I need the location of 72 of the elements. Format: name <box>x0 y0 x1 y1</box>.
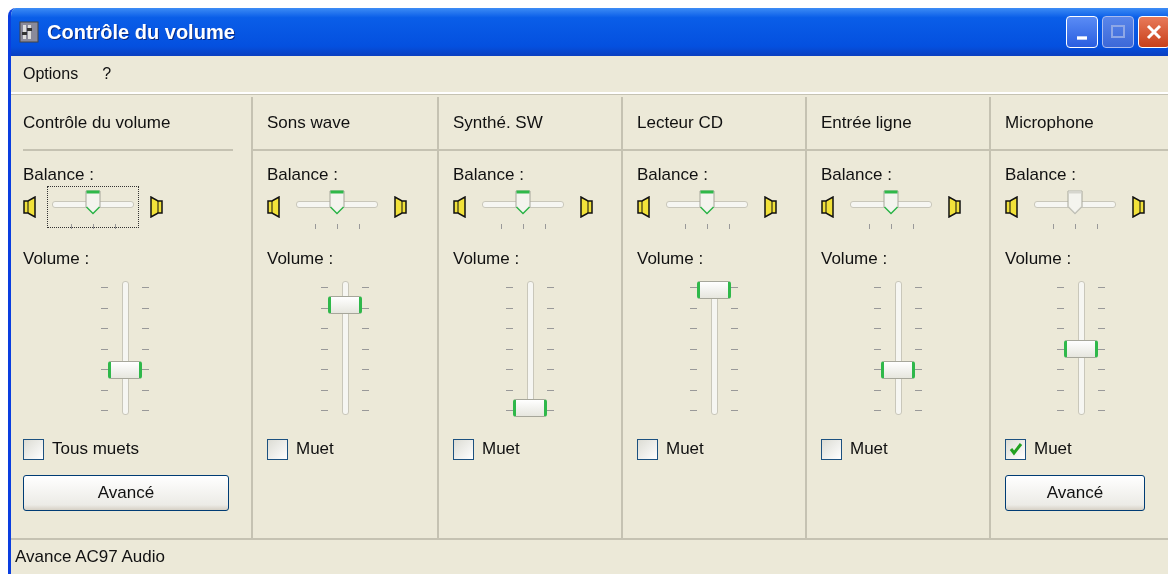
mute-checkbox[interactable] <box>1005 438 1026 460</box>
mute-label: Muet <box>482 439 520 459</box>
volume-slider[interactable] <box>328 281 362 417</box>
speaker-icon <box>637 196 651 218</box>
speaker-icon <box>579 196 593 218</box>
maximize-button[interactable] <box>1102 16 1134 48</box>
status-text: Avance AC97 Audio <box>15 547 165 567</box>
mixer-icon <box>19 21 39 43</box>
advanced-button[interactable]: Avancé <box>23 475 229 511</box>
balance-label: Balance : <box>23 165 95 185</box>
slider-thumb[interactable] <box>108 361 142 380</box>
speaker-icon <box>1005 196 1019 218</box>
speaker-icon <box>23 196 37 218</box>
slider-thumb[interactable] <box>329 189 345 215</box>
channel-name: Sons wave <box>267 113 351 133</box>
slider-thumb[interactable] <box>881 361 915 380</box>
mute-label: Muet <box>666 439 704 459</box>
slider-thumb[interactable] <box>697 281 731 299</box>
volume-slider[interactable] <box>697 281 731 417</box>
close-button[interactable] <box>1138 16 1168 48</box>
speaker-icon <box>267 196 281 218</box>
volume-label: Volume : <box>821 249 889 269</box>
volume-label: Volume : <box>23 249 91 269</box>
speaker-icon <box>821 196 835 218</box>
window-title: Contrôle du volume <box>47 20 236 44</box>
mute-checkbox[interactable] <box>23 438 44 460</box>
channel-name: Contrôle du volume <box>23 113 171 133</box>
mute-label: Muet <box>1034 439 1072 459</box>
mute-checkbox[interactable] <box>267 438 288 460</box>
balance-label: Balance : <box>267 165 339 185</box>
mute-label: Tous muets <box>52 439 139 459</box>
channel-name: Synthé. SW <box>453 113 543 133</box>
volume-label: Volume : <box>1005 249 1073 269</box>
slider-thumb[interactable] <box>85 189 101 215</box>
mute-label: Muet <box>850 439 888 459</box>
menu-item[interactable]: Options <box>23 65 79 83</box>
volume-slider[interactable] <box>108 281 142 417</box>
menu-item[interactable]: ? <box>102 65 112 83</box>
channel-name: Lecteur CD <box>637 113 723 133</box>
volume-slider[interactable] <box>513 281 547 417</box>
volume-label: Volume : <box>267 249 335 269</box>
speaker-icon <box>453 196 467 218</box>
channel-name: Entrée ligne <box>821 113 912 133</box>
slider-thumb[interactable] <box>699 189 715 215</box>
speaker-icon <box>149 196 163 218</box>
balance-label: Balance : <box>821 165 893 185</box>
slider-thumb[interactable] <box>1064 340 1098 358</box>
volume-label: Volume : <box>453 249 521 269</box>
minimize-icon <box>1077 36 1087 40</box>
speaker-icon <box>393 196 407 218</box>
volume-slider[interactable] <box>1064 281 1098 417</box>
speaker-icon <box>1131 196 1145 218</box>
balance-label: Balance : <box>453 165 525 185</box>
speaker-icon <box>947 196 961 218</box>
minimize-button[interactable] <box>1066 16 1098 48</box>
balance-label: Balance : <box>637 165 709 185</box>
close-icon <box>1144 22 1164 42</box>
mute-checkbox[interactable] <box>453 438 474 460</box>
slider-thumb[interactable] <box>328 296 362 315</box>
slider-thumb[interactable] <box>515 189 531 215</box>
mute-checkbox[interactable] <box>821 438 842 460</box>
volume-slider[interactable] <box>881 281 915 417</box>
balance-label: Balance : <box>1005 165 1077 185</box>
speaker-icon <box>763 196 777 218</box>
slider-thumb[interactable] <box>513 399 547 417</box>
mute-label: Muet <box>296 439 334 459</box>
volume-label: Volume : <box>637 249 705 269</box>
advanced-button[interactable]: Avancé <box>1005 475 1145 511</box>
mute-checkbox[interactable] <box>637 438 658 460</box>
slider-thumb[interactable] <box>883 189 899 215</box>
channel-name: Microphone <box>1005 113 1094 133</box>
balance-slider[interactable] <box>47 186 139 228</box>
